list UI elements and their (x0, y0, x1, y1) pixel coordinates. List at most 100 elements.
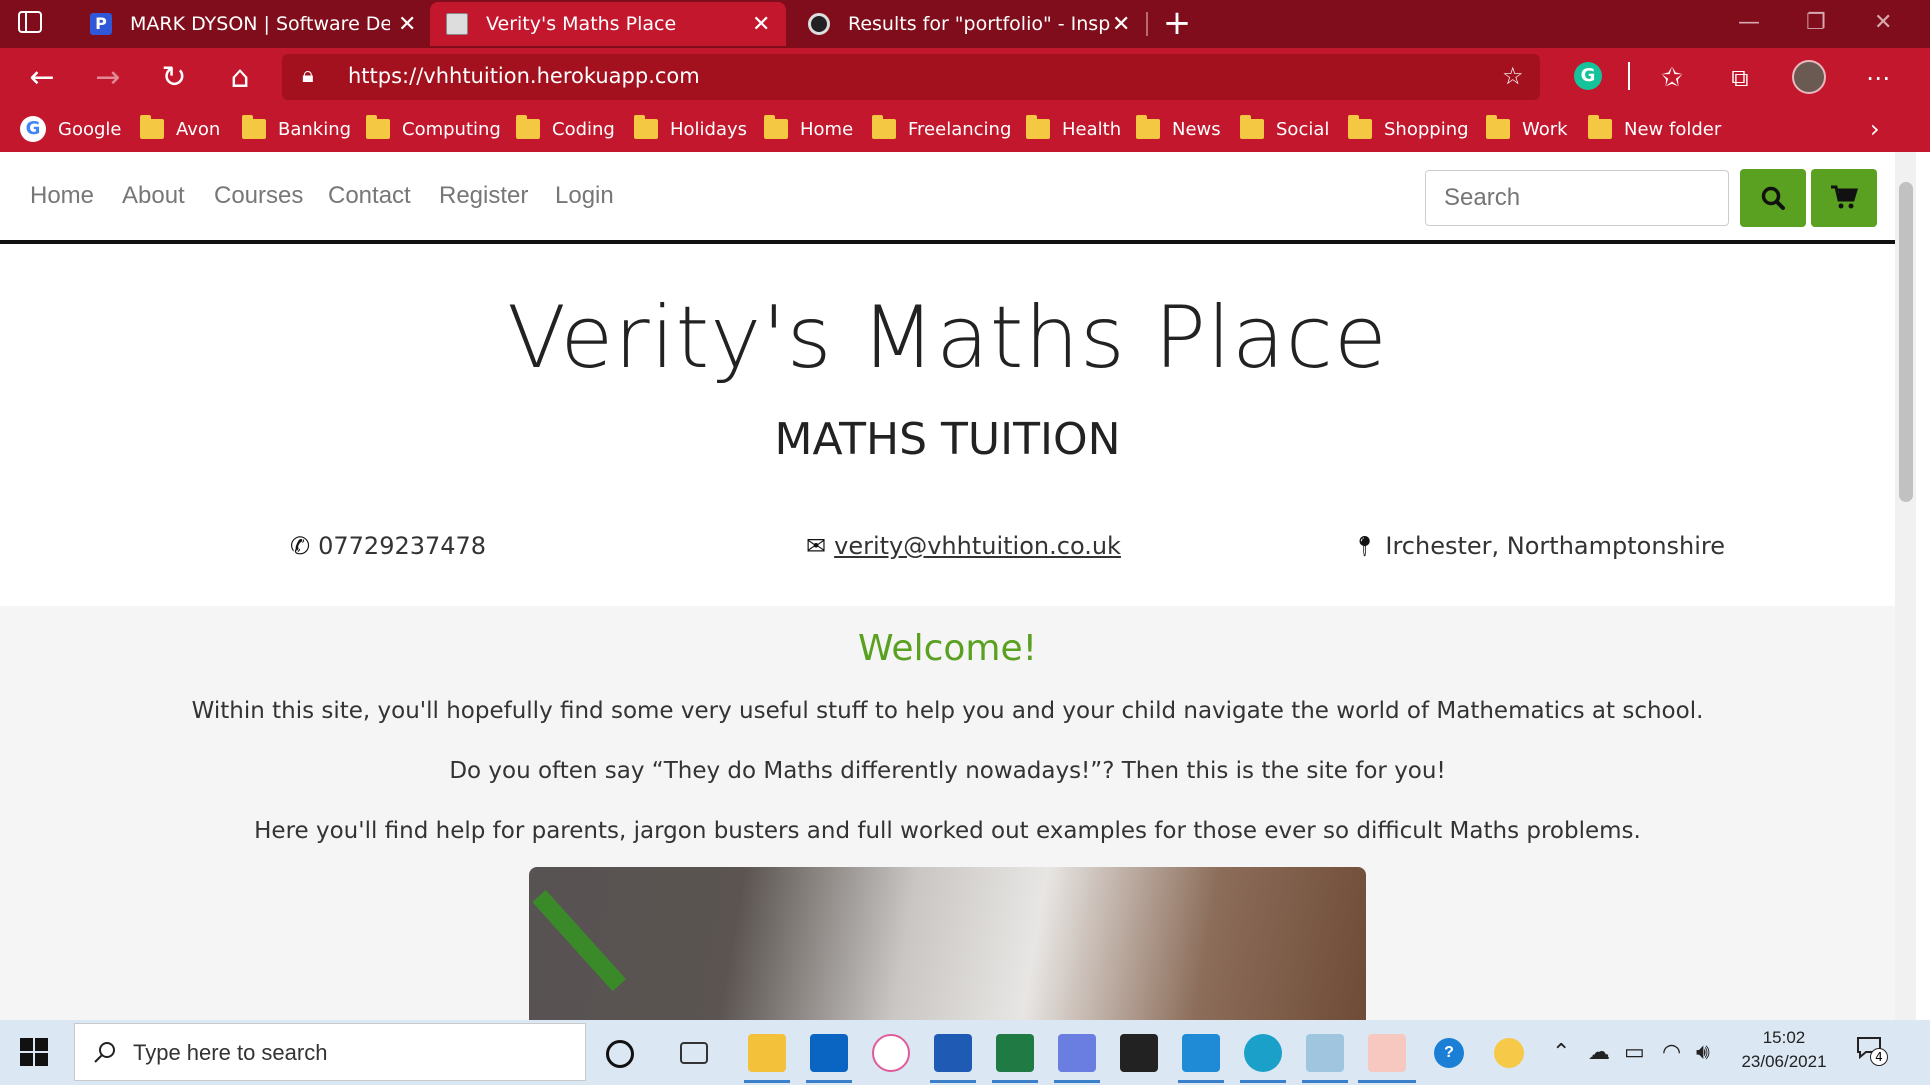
edge-icon[interactable] (1244, 1034, 1282, 1072)
screen-sketch-icon[interactable] (1058, 1034, 1096, 1072)
snipping-tool-icon[interactable] (1368, 1034, 1406, 1072)
bookmark-folder-avon[interactable]: Avon (140, 114, 220, 144)
search-icon (94, 1042, 115, 1063)
dark-globe-icon (808, 13, 830, 35)
microsoft-store-icon[interactable] (1120, 1034, 1158, 1072)
paint-icon[interactable] (1306, 1034, 1344, 1072)
cart-button[interactable] (1811, 169, 1877, 227)
close-tab-icon[interactable]: ✕ (1112, 12, 1130, 37)
chevron-right-icon[interactable]: › (1870, 114, 1880, 144)
refresh-icon[interactable]: ↻ (156, 60, 192, 96)
tuition-logo-icon (446, 13, 468, 35)
bookmark-folder-coding[interactable]: Coding (516, 114, 615, 144)
envelope-icon: ✉ (806, 532, 827, 560)
contact-location: 📍︎ Irchester, Northamptonshire (1352, 532, 1725, 560)
nav-login[interactable]: Login (555, 182, 614, 210)
nav-home[interactable]: Home (30, 182, 94, 210)
tab-actions-icon[interactable] (18, 10, 52, 38)
p-letter-icon: P (90, 13, 112, 35)
battery-icon[interactable]: ▭ (1624, 1040, 1645, 1065)
more-menu-icon[interactable]: ⋯ (1860, 60, 1896, 96)
taskbar-search-box[interactable]: Type here to search (74, 1023, 586, 1081)
page-scrollbar[interactable] (1895, 152, 1916, 1020)
scrollbar-thumb[interactable] (1899, 182, 1913, 502)
browser-tab-bar: P MARK DYSON | Software Develo ✕ Verity'… (0, 0, 1930, 48)
active-app-indicator (1358, 1080, 1416, 1083)
bookmark-folder-health[interactable]: Health (1026, 114, 1121, 144)
notifications-button[interactable]: 4 (1856, 1036, 1888, 1066)
bookmark-google[interactable]: G Google (20, 114, 121, 144)
task-view-icon[interactable] (680, 1042, 708, 1064)
tab-veritys-maths-place[interactable]: Verity's Maths Place ✕ (430, 2, 786, 46)
home-icon[interactable]: ⌂ (222, 60, 258, 96)
favorites-icon[interactable]: ✩ (1654, 60, 1690, 96)
folder-icon (1136, 115, 1160, 139)
toolbar-divider (1628, 62, 1630, 90)
minimize-icon[interactable]: — (1738, 10, 1760, 35)
wifi-icon[interactable]: ◠ (1662, 1040, 1681, 1065)
map-pin-icon: 📍︎ (1352, 534, 1378, 558)
close-window-icon[interactable]: ✕ (1874, 10, 1892, 35)
site-search-input[interactable] (1425, 170, 1729, 226)
vscode-icon[interactable] (1182, 1034, 1220, 1072)
folder-icon (366, 115, 390, 139)
tab-mark-dyson[interactable]: P MARK DYSON | Software Develo ✕ (68, 2, 428, 46)
folder-icon (1240, 115, 1264, 139)
address-bar[interactable]: 🔒︎ https://vhhtuition.herokuapp.com ☆ (282, 54, 1540, 100)
bookmark-folder-shopping[interactable]: Shopping (1348, 114, 1469, 144)
folder-icon (140, 115, 164, 139)
folder-icon (242, 115, 266, 139)
add-favorite-icon[interactable]: ☆ (1502, 62, 1524, 90)
volume-icon[interactable]: 🔊︎ (1696, 1040, 1710, 1065)
nav-courses[interactable]: Courses (214, 182, 303, 210)
bookmark-folder-social[interactable]: Social (1240, 114, 1329, 144)
restore-icon[interactable]: ❐ (1806, 10, 1826, 35)
bookmark-folder-computing[interactable]: Computing (366, 114, 501, 144)
word-icon[interactable] (934, 1034, 972, 1072)
child-writing-photo (529, 867, 1366, 1020)
grammarly-icon[interactable]: G (1574, 62, 1602, 90)
bookmark-folder-news[interactable]: News (1136, 114, 1221, 144)
folder-icon (1588, 115, 1612, 139)
search-button[interactable] (1740, 169, 1806, 227)
weather-icon[interactable] (1494, 1038, 1524, 1068)
bookmark-folder-holidays[interactable]: Holidays (634, 114, 747, 144)
bookmark-folder-freelancing[interactable]: Freelancing (872, 114, 1011, 144)
excel-icon[interactable] (996, 1034, 1034, 1072)
back-arrow-icon[interactable]: ← (24, 60, 60, 96)
bookmark-folder-home[interactable]: Home (764, 114, 853, 144)
windows-start-icon[interactable] (20, 1038, 50, 1068)
forward-arrow-icon[interactable]: → (90, 60, 126, 96)
file-explorer-icon[interactable] (748, 1034, 786, 1072)
tab-inspiro-results[interactable]: Results for "portfolio" - Inspiro S ✕ (790, 2, 1138, 46)
chevron-up-icon[interactable]: ⌃ (1552, 1040, 1570, 1065)
taskbar-clock[interactable]: 15:02 23/06/2021 (1732, 1028, 1836, 1072)
close-tab-icon[interactable]: ✕ (752, 12, 770, 37)
folder-icon (516, 115, 540, 139)
nav-about[interactable]: About (122, 182, 185, 210)
bookmark-folder-banking[interactable]: Banking (242, 114, 351, 144)
email-link[interactable]: verity@vhhtuition.co.uk (834, 532, 1121, 560)
get-help-icon[interactable]: ? (1434, 1038, 1464, 1068)
clock-time: 15:02 (1762, 1028, 1806, 1047)
nav-contact[interactable]: Contact (328, 182, 411, 210)
phone-icon: ✆ (290, 532, 311, 560)
bookmark-folder-work[interactable]: Work (1486, 114, 1568, 144)
taskbar-search-placeholder: Type here to search (133, 1040, 328, 1065)
profile-avatar[interactable] (1792, 60, 1826, 94)
bookmark-folder-new-folder[interactable]: New folder (1588, 114, 1721, 144)
active-app-indicator (1178, 1080, 1224, 1083)
collections-icon[interactable]: ⧉ (1722, 60, 1758, 96)
onedrive-icon[interactable]: ☁ (1588, 1040, 1610, 1065)
nav-register[interactable]: Register (439, 182, 528, 210)
active-app-indicator (806, 1080, 852, 1083)
site-title: Verity's Maths Place (507, 288, 1388, 388)
folder-icon (634, 115, 658, 139)
contact-phone: ✆ 07729237478 (290, 532, 486, 560)
outlook-icon[interactable] (810, 1034, 848, 1072)
close-tab-icon[interactable]: ✕ (398, 12, 416, 37)
new-tab-button[interactable]: + (1160, 6, 1194, 40)
itunes-icon[interactable] (872, 1034, 910, 1072)
cortana-icon[interactable] (606, 1040, 634, 1068)
lock-icon: 🔒︎ (302, 63, 314, 88)
